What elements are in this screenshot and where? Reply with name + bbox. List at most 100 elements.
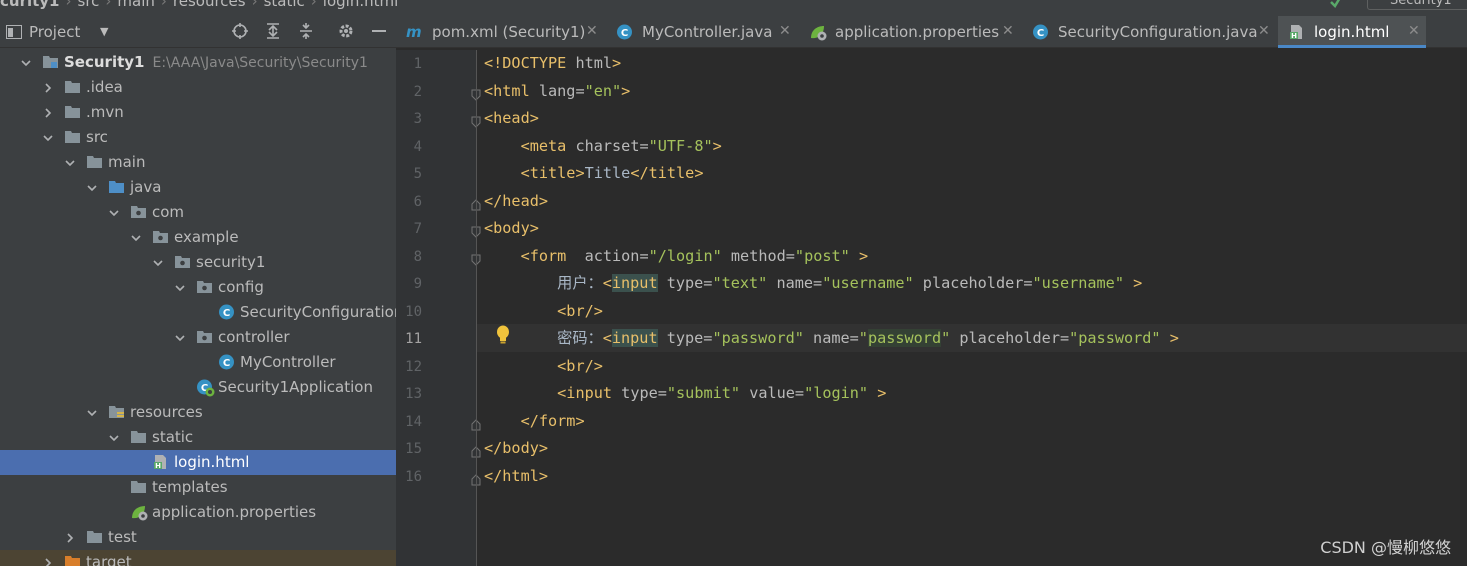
collapse-all-icon[interactable] [295,22,317,42]
breadcrumb-item[interactable]: main [117,0,154,10]
line-number: 8 [413,248,422,265]
tree-item-package[interactable]: example [0,225,396,250]
editor-tab[interactable]: C MyController.java ✕ [606,16,797,48]
code-token: <br/> [557,301,603,320]
tree-item-file[interactable]: C MyController [0,350,396,375]
class-icon: C [218,304,235,320]
code-token: > [612,54,622,72]
line-number: 4 [413,138,422,155]
breadcrumb-item[interactable]: curity1 [0,0,60,10]
folder-icon [64,129,81,145]
breadcrumb-item[interactable]: resources [173,0,246,10]
tree-item-folder[interactable]: main [0,150,396,175]
chevron-down-icon[interactable] [130,230,142,242]
tree-item-file[interactable]: application.properties [0,500,396,525]
close-icon[interactable]: ✕ [1408,23,1420,39]
tree-item-name: example [174,228,239,246]
tree-item-folder[interactable]: src [0,125,396,150]
gutter-divider [476,50,477,566]
chevron-down-icon[interactable] [20,55,32,67]
tree-item-name: application.properties [152,503,317,521]
code-line: <br/> [484,353,603,380]
tree-item-package[interactable]: security1 [0,250,396,275]
tree-item-name: src [86,128,108,146]
tree-item-folder[interactable]: templates [0,475,396,500]
chevron-right-icon[interactable] [42,80,54,93]
chevron-down-icon[interactable] [86,180,98,192]
code-token: </title> [630,164,704,182]
tree-item-folder[interactable]: static [0,425,396,450]
code-token: > [621,81,631,100]
code-token: "username" [1032,274,1124,292]
code-token: > [712,136,722,155]
hide-panel-icon[interactable] [368,22,390,42]
tree-item-folder[interactable]: target [0,550,396,566]
close-icon[interactable]: ✕ [1258,23,1270,39]
folder-icon [64,104,81,120]
chevron-down-icon[interactable] [108,430,120,442]
editor-tab[interactable]: application.properties ✕ [799,16,1020,48]
code-token: name= [803,329,859,347]
code-token: 用户： [484,274,603,292]
tree-item-package[interactable]: com [0,200,396,225]
class-icon: C [616,24,632,40]
tree-item-package[interactable]: config [0,275,396,300]
build-icon[interactable] [1329,0,1343,8]
chevron-right-icon[interactable] [64,530,76,543]
locate-file-icon[interactable] [229,22,251,42]
folder-icon [86,529,103,545]
tree-item-label: application.properties [152,503,316,521]
chevron-right-icon[interactable] [42,105,54,118]
tree-item-label: SecurityConfiguration [240,303,396,321]
svg-text:H: H [1291,32,1297,40]
tree-item-folder[interactable]: java [0,175,396,200]
chevron-right-icon[interactable] [42,555,54,566]
package-icon [196,279,213,295]
code-token: placeholder= [950,329,1070,347]
chevron-down-icon[interactable] [174,280,186,292]
breadcrumb-item[interactable]: static [264,0,305,10]
package-icon [174,254,191,270]
tree-item-folder[interactable]: .idea [0,75,396,100]
code-line: </head> [484,188,548,215]
run-configuration-select[interactable]: Security1 [1367,0,1467,10]
breadcrumb-item[interactable]: login.html [323,0,398,10]
line-number: 5 [413,166,422,182]
project-panel-title[interactable]: Project [29,23,80,41]
close-icon[interactable]: ✕ [586,23,598,39]
lightbulb-icon[interactable] [496,325,510,345]
gear-icon[interactable] [335,22,357,42]
editor-tab[interactable]: m pom.xml (Security1) ✕ [396,16,604,48]
tree-item-file[interactable]: C SecurityConfiguration [0,300,396,325]
code-token: type= [657,274,713,292]
chevron-down-icon[interactable] [42,130,54,142]
chevron-down-icon[interactable] [64,155,76,167]
tree-item-file[interactable]: Hlogin.html [0,450,396,475]
tree-item-label: templates [152,478,228,496]
line-number: 6 [413,193,422,210]
code-token: <title> [520,164,585,182]
expand-all-icon[interactable] [262,22,284,42]
tree-item-package[interactable]: controller [0,325,396,350]
chevron-down-icon[interactable] [152,255,164,267]
close-icon[interactable]: ✕ [1002,23,1014,39]
chevron-down-icon[interactable]: ▼ [100,25,108,38]
tree-item-project-root[interactable]: Security1 E:\AAA\Java\Security\Security1 [0,50,396,75]
tree-item-label: example [174,228,239,246]
navigation-bar: curity1 › src › main › resources › static › login.… [0,0,1467,16]
chevron-down-icon[interactable] [108,205,120,217]
chevron-down-icon[interactable] [86,405,98,417]
code-token: password [867,329,942,347]
editor-tab[interactable]: Hlogin.html ✕ [1278,16,1426,48]
maven-icon: m [406,23,422,41]
tree-item-label: static [152,428,193,446]
tree-item-folder[interactable]: test [0,525,396,550]
tree-item-file[interactable]: C Security1Application [0,375,396,400]
editor-tab[interactable]: C SecurityConfiguration.java ✕ [1022,16,1276,48]
close-icon[interactable]: ✕ [779,23,791,39]
tree-item-folder[interactable]: resources [0,400,396,425]
chevron-down-icon[interactable] [174,330,186,342]
tree-item-folder[interactable]: .mvn [0,100,396,125]
breadcrumb-item[interactable]: src [78,0,100,10]
